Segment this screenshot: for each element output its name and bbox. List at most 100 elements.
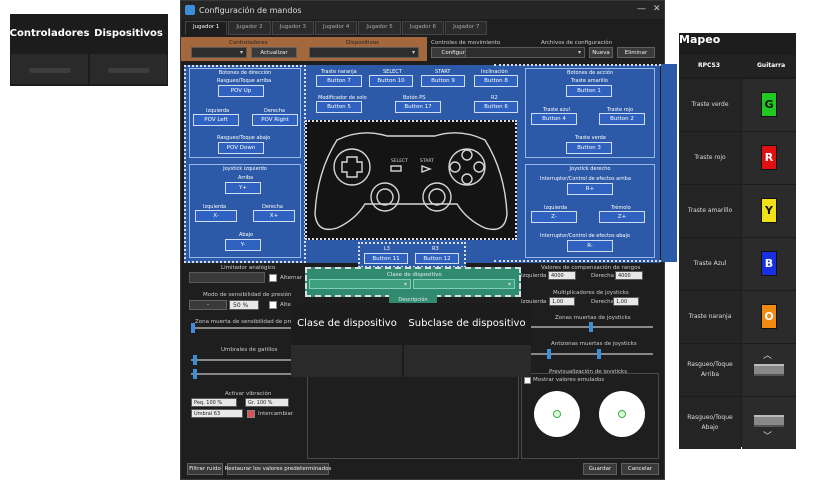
- mapping-header-row: RPCS3 Guitarra: [679, 55, 796, 77]
- devices-combo[interactable]: ▾: [309, 47, 419, 58]
- threshold-field[interactable]: Umbral 63: [191, 409, 243, 418]
- mapping-table: RPCS3 Guitarra Traste verde G Traste roj…: [679, 33, 796, 449]
- anti-deadzones-label: Antizonas muertas de joysticks: [551, 341, 637, 347]
- trigger-right-handle[interactable]: [193, 369, 197, 379]
- mul-left-field[interactable]: 1,00: [549, 297, 575, 306]
- show-values-label: Mostrar valores emulados: [533, 377, 605, 383]
- save-button[interactable]: Guardar: [583, 463, 617, 475]
- new-config-button[interactable]: Nueva: [589, 47, 613, 58]
- pressure-deadzone-slider[interactable]: [191, 327, 291, 329]
- pov-right-button[interactable]: POV Right: [252, 114, 298, 126]
- ps-button[interactable]: Button 17: [395, 101, 441, 113]
- chevron-down-icon: ﹀: [763, 432, 773, 442]
- ls-up-label: Arriba: [238, 175, 254, 181]
- trigger-left-handle[interactable]: [193, 355, 197, 365]
- minimize-icon[interactable]: —: [637, 4, 646, 14]
- delete-config-button[interactable]: Eliminar: [617, 47, 655, 58]
- cancel-button[interactable]: Cancelar: [621, 463, 659, 475]
- controllers-header: Controladores: [9, 27, 90, 39]
- analog-limiter-combo[interactable]: [189, 272, 265, 283]
- vibration-label: Activar vibración: [225, 391, 272, 397]
- tab-player-4[interactable]: Jugador 4: [315, 21, 358, 35]
- large-motor-field[interactable]: Gr. 100 %: [245, 398, 289, 407]
- device-class-label: Clase de dispositivo: [387, 272, 442, 278]
- ls-up-button[interactable]: Y+: [225, 182, 261, 194]
- mul-right-field[interactable]: 1,00: [613, 297, 639, 306]
- tab-player-6[interactable]: Jugador 6: [401, 21, 445, 35]
- anti-deadzone-right-handle[interactable]: [597, 349, 601, 359]
- swap-checkbox[interactable]: [247, 410, 255, 418]
- device-class-popup: Clase de dispositivo Subclase de disposi…: [291, 303, 531, 377]
- comp-right-field[interactable]: 4000: [615, 271, 643, 280]
- strum-down-label: Rasgueo/Toque abajo: [217, 135, 271, 141]
- comp-left-field[interactable]: 4000: [548, 271, 576, 280]
- ls-right-button[interactable]: X+: [253, 210, 295, 222]
- start-button[interactable]: Button 9: [421, 75, 465, 87]
- pad-start-text: START: [420, 158, 434, 164]
- mapping-row-green: Traste verde G: [679, 79, 796, 132]
- anti-deadzone-slider[interactable]: [523, 353, 653, 355]
- mapping-row-orange: Traste naranja O: [679, 291, 796, 344]
- mapping-row-label: Traste amarillo: [679, 185, 741, 237]
- solo-button[interactable]: Button 5: [316, 101, 362, 113]
- strum-down-button[interactable]: POV Down: [218, 142, 264, 154]
- strum-up-button[interactable]: POV Up: [218, 85, 264, 97]
- tab-player-7[interactable]: Jugador 7: [445, 21, 488, 35]
- deadzone-handle[interactable]: [589, 322, 593, 332]
- ls-left-button[interactable]: X-: [195, 210, 237, 222]
- left-stick-title: Joystick izquierdo: [223, 166, 267, 172]
- rpcs3-header: RPCS3: [698, 62, 721, 69]
- tab-player-1[interactable]: Jugador 1: [185, 21, 228, 35]
- l3-button[interactable]: Button 11: [364, 253, 408, 264]
- popup-subclass-header: Subclase de dispositivo: [408, 317, 526, 329]
- alternate-label: Alternar: [280, 275, 303, 281]
- alternate2-checkbox[interactable]: [269, 301, 277, 309]
- tab-player-3[interactable]: Jugador 3: [271, 21, 315, 35]
- close-icon[interactable]: ✕: [653, 4, 661, 14]
- green-fret-icon: G: [761, 92, 777, 117]
- pressure-minus-button[interactable]: -: [189, 300, 227, 310]
- refresh-button[interactable]: Actualizar: [251, 47, 297, 58]
- mapping-row-strum-up: Rasgueo/Toque Arriba ︿: [679, 344, 796, 397]
- mapping-row-blue: Traste Azul B: [679, 238, 796, 291]
- trigger-right-slider[interactable]: [191, 373, 291, 375]
- device-class-combo[interactable]: ▾: [309, 279, 411, 289]
- filter-noise-button[interactable]: Filtrar ruido: [187, 463, 223, 475]
- deadzone-slider[interactable]: [523, 326, 653, 328]
- popup-subclass-cell[interactable]: [404, 345, 531, 377]
- comp-right-label: Derecha: [591, 273, 615, 279]
- left-stick-dot-icon: [553, 410, 561, 418]
- controllers-combo[interactable]: ▾: [191, 47, 247, 58]
- pov-left-button[interactable]: POV Left: [193, 114, 239, 126]
- select-button[interactable]: Button 10: [369, 75, 413, 87]
- strum-bar-icon: [754, 364, 784, 376]
- show-values-checkbox[interactable]: [524, 377, 531, 384]
- small-motor-field[interactable]: Peq. 100 %: [191, 398, 237, 407]
- right-dotted-outline: [494, 64, 669, 262]
- title-bar: Configuración de mandos — ✕: [181, 1, 664, 19]
- comp-left-label: Izquierda: [521, 273, 547, 279]
- blue-fret-icon: B: [761, 251, 777, 276]
- tab-player-2[interactable]: Jugador 2: [228, 21, 271, 35]
- pressure-value-field[interactable]: 50 %: [229, 300, 259, 310]
- anti-deadzone-left-handle[interactable]: [547, 349, 551, 359]
- devices-cell[interactable]: [90, 54, 167, 84]
- pressure-deadzone-handle[interactable]: [191, 323, 195, 333]
- deadzones-label: Zonas muertas de joysticks: [555, 315, 631, 321]
- alternate-checkbox[interactable]: [269, 274, 277, 282]
- restore-defaults-button[interactable]: Restaurar los valores predeterminados: [225, 463, 331, 475]
- popup-class-cell[interactable]: [291, 345, 402, 377]
- controllers-label: Controladores: [229, 40, 268, 46]
- device-subclass-combo[interactable]: ▾: [413, 279, 515, 289]
- mapping-region-extension: [661, 64, 677, 262]
- r3-button[interactable]: Button 12: [415, 253, 459, 264]
- mapping-row-label: Traste Azul: [679, 238, 741, 290]
- tab-player-5[interactable]: Jugador 5: [358, 21, 401, 35]
- ls-down-button[interactable]: Y-: [225, 239, 261, 251]
- config-combo[interactable]: ▾: [465, 47, 585, 58]
- controllers-cell[interactable]: [11, 54, 88, 84]
- trigger-left-slider[interactable]: [191, 359, 291, 361]
- dpad-title: Botones de dirección: [218, 70, 272, 76]
- orange-fret-button[interactable]: Button 7: [316, 75, 362, 87]
- window-title: Configuración de mandos: [199, 5, 302, 15]
